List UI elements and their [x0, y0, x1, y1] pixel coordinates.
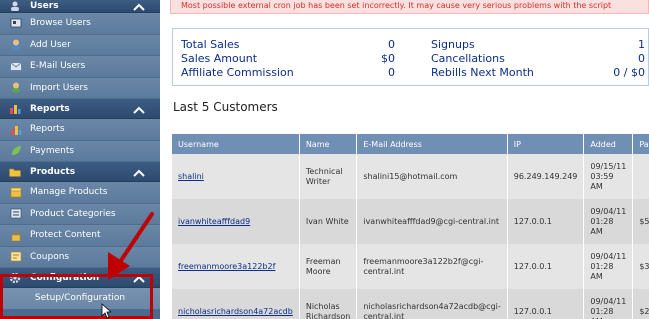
- sidebar-item-reports[interactable]: Reports: [0, 119, 160, 141]
- browse-icon: [10, 18, 22, 29]
- table-cell: ivanwhiteafffdad9@cgi-central.int: [356, 199, 508, 244]
- stat-value: 0: [638, 52, 645, 65]
- main-content: Most possible external cron job has been…: [160, 0, 649, 319]
- section-products-label: Products: [30, 166, 76, 177]
- column-header[interactable]: Added: [583, 134, 634, 154]
- section-reports[interactable]: Reports: [0, 99, 160, 119]
- folder-icon: [8, 166, 22, 178]
- table-cell: nicholasrichardson4a72acdb@cgi-central.i…: [356, 289, 508, 319]
- stat-value: 0 / $0: [613, 66, 645, 79]
- sidebar-item-product-categories[interactable]: Product Categories: [0, 203, 160, 225]
- table-cell: Ivan White: [299, 199, 358, 244]
- username-link[interactable]: freemanmoore3a122b2f: [178, 262, 275, 271]
- column-header[interactable]: Name: [299, 134, 358, 154]
- table-cell: 09/04/11 01:28 AM: [583, 289, 634, 319]
- mouse-cursor-icon: [101, 303, 111, 319]
- table-row: freemanmoore3a122b2f Freeman Moore freem…: [172, 244, 649, 289]
- sidebar-item-payments[interactable]: Payments: [0, 140, 160, 162]
- stats-panel: Total Sales 0 Sales Amount $0 Affiliate …: [172, 28, 649, 86]
- section-users-label: Users: [30, 1, 59, 11]
- stat-label: Signups: [431, 38, 475, 51]
- table-row: ivanwhiteafffdad9 Ivan White ivanwhiteaf…: [172, 199, 649, 244]
- stat-label: Total Sales: [181, 38, 240, 51]
- sidebar-item-coupons[interactable]: Coupons: [0, 246, 160, 268]
- table-cell: 96.249.149.249: [507, 154, 585, 199]
- leaf-icon: [10, 145, 22, 156]
- stat-label: Sales Amount: [181, 52, 258, 65]
- categories-icon: [10, 208, 22, 219]
- table-cell: $520.00: [632, 199, 649, 244]
- table-cell: freemanmoore3a122b2f@cgi-central.int: [356, 244, 508, 289]
- coupon-icon: [10, 251, 22, 262]
- chevron-up-icon[interactable]: [132, 168, 146, 178]
- table-cell: 09/15/11 03:59 AM: [583, 154, 634, 199]
- username-link[interactable]: shalini: [178, 172, 204, 181]
- stat-label: Cancellations: [431, 52, 505, 65]
- stat-label: Affiliate Commission: [181, 66, 294, 79]
- username-link[interactable]: nicholasrichardson4a72acdb: [178, 307, 293, 316]
- sidebar-item-label: Coupons: [30, 251, 70, 262]
- sidebar-item-label: Import Users: [30, 82, 88, 93]
- table-cell: 09/04/11 01:28 AM: [583, 244, 634, 289]
- column-header[interactable]: Paid: [632, 134, 649, 154]
- sidebar-item-label: Browse Users: [30, 18, 91, 29]
- table-cell: $368.00: [632, 244, 649, 289]
- column-header[interactable]: E-Mail Address: [356, 134, 508, 154]
- sidebar-item-protect-content[interactable]: Protect Content: [0, 225, 160, 247]
- sidebar-item-add-user[interactable]: Add User: [0, 34, 160, 56]
- sidebar-item-browse-users[interactable]: Browse Users: [0, 13, 160, 35]
- lock-icon: [10, 230, 22, 241]
- table-cell: 127.0.0.1: [507, 244, 585, 289]
- sidebar-item-label: Manage Products: [30, 187, 108, 198]
- table-cell: Nicholas Richardson: [299, 289, 358, 319]
- table-cell: [632, 154, 649, 199]
- table-row: shalini Technical Writer shalini15@hotma…: [172, 154, 649, 199]
- chevron-up-icon[interactable]: [132, 105, 146, 115]
- table-cell: Freeman Moore: [299, 244, 358, 289]
- table-cell: 127.0.0.1: [507, 199, 585, 244]
- table-cell: $298.00: [632, 289, 649, 319]
- box-icon: [10, 187, 22, 198]
- sidebar-item-label: Add User: [30, 39, 71, 50]
- section-users[interactable]: Users: [0, 0, 160, 13]
- stat-value: 0: [388, 66, 395, 79]
- sidebar-item-import-users[interactable]: Import Users: [0, 77, 160, 99]
- table-cell: shalini15@hotmail.com: [356, 154, 508, 199]
- envelope-icon: [10, 61, 22, 72]
- column-header[interactable]: IP: [507, 134, 585, 154]
- sidebar-item-label: Reports: [30, 124, 65, 135]
- chevron-up-icon[interactable]: [132, 2, 146, 12]
- add-user-icon: [10, 39, 22, 50]
- stat-value: 1: [638, 38, 645, 51]
- sidebar-item-label: Protect Content: [30, 230, 101, 241]
- stat-value: $0: [381, 52, 395, 65]
- stat-label: Rebills Next Month: [431, 66, 534, 79]
- users-icon: [8, 0, 22, 12]
- stat-value: 0: [388, 38, 395, 51]
- bar-chart-icon: [8, 103, 22, 115]
- username-link[interactable]: ivanwhiteafffdad9: [178, 217, 250, 226]
- table-cell: Technical Writer: [299, 154, 358, 199]
- sidebar: Users Browse Users Add User E-Mail Users…: [0, 0, 160, 319]
- table-cell: 127.0.0.1: [507, 289, 585, 319]
- sidebar-item-label: Payments: [30, 145, 75, 156]
- sidebar-item-manage-products[interactable]: Manage Products: [0, 182, 160, 204]
- configuration-highlight-box: [0, 274, 153, 319]
- table-cell: 09/04/11 01:28 AM: [583, 199, 634, 244]
- cron-warning-alert: Most possible external cron job has been…: [170, 0, 649, 14]
- import-icon: [10, 82, 22, 93]
- sidebar-item-email-users[interactable]: E-Mail Users: [0, 56, 160, 78]
- last-customers-title: Last 5 Customers: [173, 100, 278, 114]
- sidebar-item-label: E-Mail Users: [30, 61, 86, 72]
- table-row: nicholasrichardson4a72acdb Nicholas Rich…: [172, 289, 649, 319]
- bar-chart-icon: [10, 124, 22, 135]
- column-header[interactable]: Username: [172, 134, 300, 154]
- section-products[interactable]: Products: [0, 162, 160, 182]
- section-reports-label: Reports: [30, 103, 70, 114]
- table-header-row: Username Name E-Mail Address IP Added Pa…: [172, 134, 649, 154]
- customers-table: Username Name E-Mail Address IP Added Pa…: [172, 134, 649, 319]
- sidebar-item-label: Product Categories: [30, 208, 116, 219]
